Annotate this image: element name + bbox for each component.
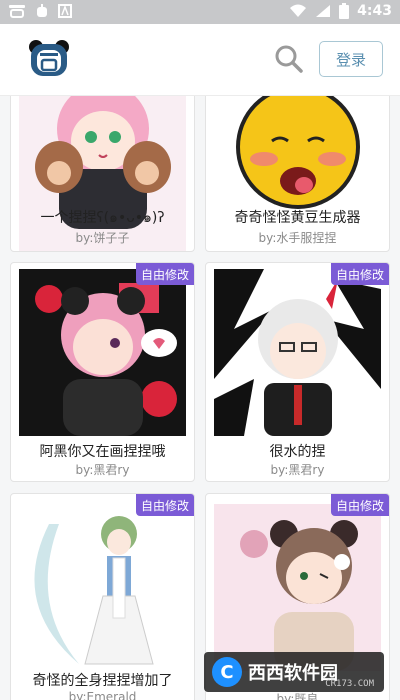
battery-icon — [339, 3, 350, 19]
clock: 4:43 — [357, 3, 392, 19]
works-grid: 一个捏捏ʕ(๑•ᴗ•๑)ʔ by:饼子子 奇奇怪怪黄豆生成器 by:水手服捏捏 — [0, 96, 400, 700]
free-edit-badge: 自由修改 — [136, 494, 194, 516]
work-card[interactable]: 自由修改 奇怪的全身捏捏增加了 by:Emerald — [10, 493, 195, 700]
work-author: by:黑君ry — [270, 463, 325, 477]
free-edit-badge: 自由修改 — [331, 263, 389, 285]
work-thumbnail — [19, 504, 186, 671]
work-title: 阿黑你又在画捏捏哦 — [39, 444, 166, 460]
free-edit-badge: 自由修改 — [136, 263, 194, 285]
work-author: by:水手服捏捏 — [258, 231, 337, 245]
free-edit-badge: 自由修改 — [331, 494, 389, 516]
wifi-icon — [290, 4, 307, 17]
login-button[interactable]: 登录 — [319, 41, 383, 77]
work-title: 奇怪的全身捏捏增加了 — [32, 673, 173, 689]
app-icon — [58, 4, 72, 18]
work-title: 一个捏捏ʕ(๑•ᴗ•๑)ʔ — [40, 210, 165, 226]
notification-icon — [9, 5, 25, 18]
work-thumbnail — [19, 269, 186, 436]
signal-icon — [316, 5, 331, 17]
watermark-logo-icon: C — [212, 657, 242, 687]
work-thumbnail — [214, 504, 381, 671]
app-header: 登录 — [0, 24, 400, 96]
work-thumbnail — [214, 269, 381, 436]
search-icon — [275, 45, 303, 73]
work-title: 很水的捏 — [269, 444, 326, 460]
work-card[interactable]: 自由修改 阿黑你又在画捏捏哦 by:黑君ry — [10, 262, 195, 482]
work-card[interactable]: 奇奇怪怪黄豆生成器 by:水手服捏捏 — [205, 96, 390, 252]
work-author: by:饼子子 — [75, 231, 130, 245]
site-watermark: C 西西软件园 CR173.COM — [204, 652, 384, 692]
bug-icon — [37, 4, 47, 17]
search-button[interactable] — [274, 44, 304, 74]
work-author: by:黑君ry — [75, 463, 130, 477]
work-author: by:Emerald — [68, 690, 137, 700]
watermark-url: CR173.COM — [325, 679, 374, 689]
work-card[interactable]: 一个捏捏ʕ(๑•ᴗ•๑)ʔ by:饼子子 — [10, 96, 195, 252]
work-card[interactable]: 自由修改 很水的捏 by:黑君ry — [205, 262, 390, 482]
work-title: 奇奇怪怪黄豆生成器 — [234, 210, 361, 226]
status-bar: 4:43 — [0, 0, 400, 24]
app-logo[interactable] — [28, 38, 70, 80]
